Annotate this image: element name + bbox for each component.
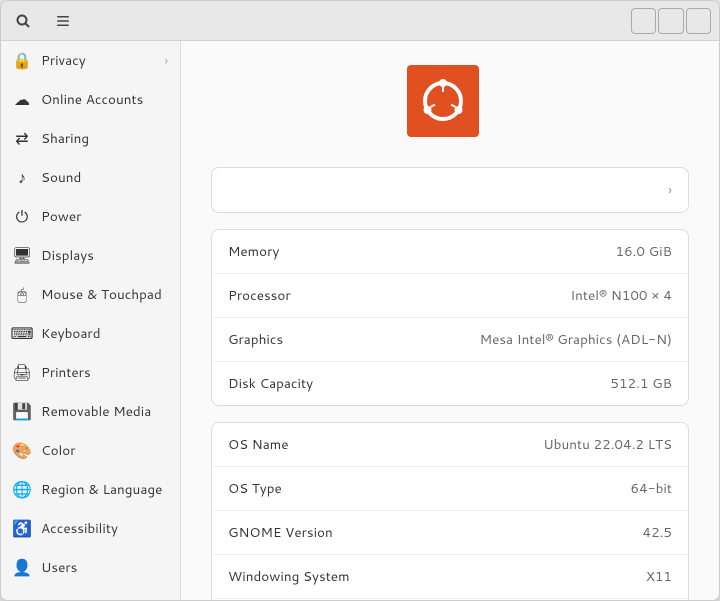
titlebar-right [631, 8, 711, 34]
sidebar-item-displays[interactable]: 🖥 Displays [1, 236, 180, 275]
sidebar: 🔒 Privacy › ☁ Online Accounts ⇄ Sharing ♪ Sound ⏻… [1, 41, 181, 600]
close-button[interactable] [686, 8, 711, 34]
sharing-label: Sharing [41, 129, 168, 148]
privacy-icon: 🔒 [13, 52, 31, 70]
software-row-3: Windowing SystemX11 [212, 555, 688, 599]
power-icon: ⏻ [13, 208, 31, 226]
software-section: OS NameUbuntu 22.04.2 LTSOS Type64-bitGN… [211, 422, 689, 600]
accessibility-label: Accessibility [41, 519, 168, 538]
sw-value-2: 42.5 [643, 523, 672, 542]
sidebar-item-keyboard[interactable]: ⌨ Keyboard [1, 314, 180, 353]
sound-icon: ♪ [13, 169, 31, 187]
sidebar-item-accessibility[interactable]: ♿ Accessibility [1, 509, 180, 548]
sidebar-item-users[interactable]: 👤 Users [1, 548, 180, 587]
mouse-touchpad-label: Mouse & Touchpad [41, 285, 168, 304]
hw-label-3: Disk Capacity [228, 374, 610, 393]
users-icon: 👤 [13, 559, 31, 577]
sidebar-item-default-applications[interactable]: ★Default Applications [1, 587, 180, 600]
sidebar-item-printers[interactable]: 🖨 Printers [1, 353, 180, 392]
power-label: Power [41, 207, 168, 226]
sidebar-item-power[interactable]: ⏻ Power [1, 197, 180, 236]
hw-value-1: Intel® N100 × 4 [570, 286, 672, 305]
hardware-row-1: ProcessorIntel® N100 × 4 [212, 274, 688, 318]
sw-value-3: X11 [646, 567, 672, 586]
privacy-chevron: › [165, 52, 168, 69]
hw-value-2: Mesa Intel® Graphics (ADL-N) [480, 330, 672, 349]
software-row-2: GNOME Version42.5 [212, 511, 688, 555]
online-accounts-icon: ☁ [13, 91, 31, 109]
titlebar [1, 1, 719, 41]
hardware-row-0: Memory16.0 GiB [212, 230, 688, 274]
menu-button[interactable] [49, 7, 77, 35]
sidebar-item-sound[interactable]: ♪ Sound [1, 158, 180, 197]
software-row-1: OS Type64-bit [212, 467, 688, 511]
hw-value-3: 512.1 GB [610, 374, 672, 393]
sidebar-item-mouse-touchpad[interactable]: 🖱 Mouse & Touchpad [1, 275, 180, 314]
content-area: 🔒 Privacy › ☁ Online Accounts ⇄ Sharing ♪ Sound ⏻… [1, 41, 719, 600]
device-name-section: › [211, 167, 689, 213]
sw-label-3: Windowing System [228, 567, 646, 586]
printers-icon: 🖨 [13, 364, 31, 382]
sidebar-item-online-accounts[interactable]: ☁ Online Accounts [1, 80, 180, 119]
minimize-button[interactable] [631, 8, 656, 34]
color-label: Color [41, 441, 168, 460]
displays-label: Displays [41, 246, 168, 265]
hw-label-0: Memory [228, 242, 616, 261]
hardware-row-2: GraphicsMesa Intel® Graphics (ADL-N) [212, 318, 688, 362]
removable-media-label: Removable Media [41, 402, 168, 421]
sw-label-2: GNOME Version [228, 523, 643, 542]
sound-label: Sound [41, 168, 168, 187]
sw-label-1: OS Type [228, 479, 631, 498]
mouse-touchpad-icon: 🖱 [13, 286, 31, 304]
sidebar-item-sharing[interactable]: ⇄ Sharing [1, 119, 180, 158]
sharing-icon: ⇄ [13, 130, 31, 148]
accessibility-icon: ♿ [13, 520, 31, 538]
hardware-row-3: Disk Capacity512.1 GB [212, 362, 688, 405]
main-content: › Memory16.0 GiBProcessorIntel® N100 × 4… [181, 41, 719, 600]
software-row-4[interactable]: Software Updates› [212, 599, 688, 600]
color-icon: 🎨 [13, 442, 31, 460]
sidebar-item-removable-media[interactable]: 💾 Removable Media [1, 392, 180, 431]
sidebar-item-privacy[interactable]: 🔒 Privacy › [1, 41, 180, 80]
displays-icon: 🖥 [13, 247, 31, 265]
hw-value-0: 16.0 GiB [616, 242, 673, 261]
search-button[interactable] [9, 7, 37, 35]
online-accounts-label: Online Accounts [41, 90, 168, 109]
privacy-label: Privacy [41, 51, 155, 70]
ubuntu-logo-area [211, 65, 689, 137]
sw-label-0: OS Name [228, 435, 543, 454]
removable-media-icon: 💾 [13, 403, 31, 421]
default-applications-label: Default Applications [41, 597, 168, 600]
sidebar-item-color[interactable]: 🎨 Color [1, 431, 180, 470]
ubuntu-icon [407, 65, 479, 137]
software-row-0: OS NameUbuntu 22.04.2 LTS [212, 423, 688, 467]
keyboard-icon: ⌨ [13, 325, 31, 343]
hw-label-2: Graphics [228, 330, 480, 349]
maximize-button[interactable] [658, 8, 683, 34]
region-language-label: Region & Language [41, 480, 168, 499]
settings-window: 🔒 Privacy › ☁ Online Accounts ⇄ Sharing ♪ Sound ⏻… [0, 0, 720, 601]
device-name-row[interactable]: › [212, 168, 688, 212]
sw-value-0: Ubuntu 22.04.2 LTS [543, 435, 672, 454]
region-language-icon: 🌐 [13, 481, 31, 499]
printers-label: Printers [41, 363, 168, 382]
device-name-chevron: › [668, 180, 672, 200]
sidebar-item-region-language[interactable]: 🌐 Region & Language [1, 470, 180, 509]
hw-label-1: Processor [228, 286, 570, 305]
hardware-section: Memory16.0 GiBProcessorIntel® N100 × 4Gr… [211, 229, 689, 406]
titlebar-left [9, 7, 189, 35]
users-label: Users [41, 558, 168, 577]
sw-value-1: 64-bit [631, 479, 672, 498]
keyboard-label: Keyboard [41, 324, 168, 343]
